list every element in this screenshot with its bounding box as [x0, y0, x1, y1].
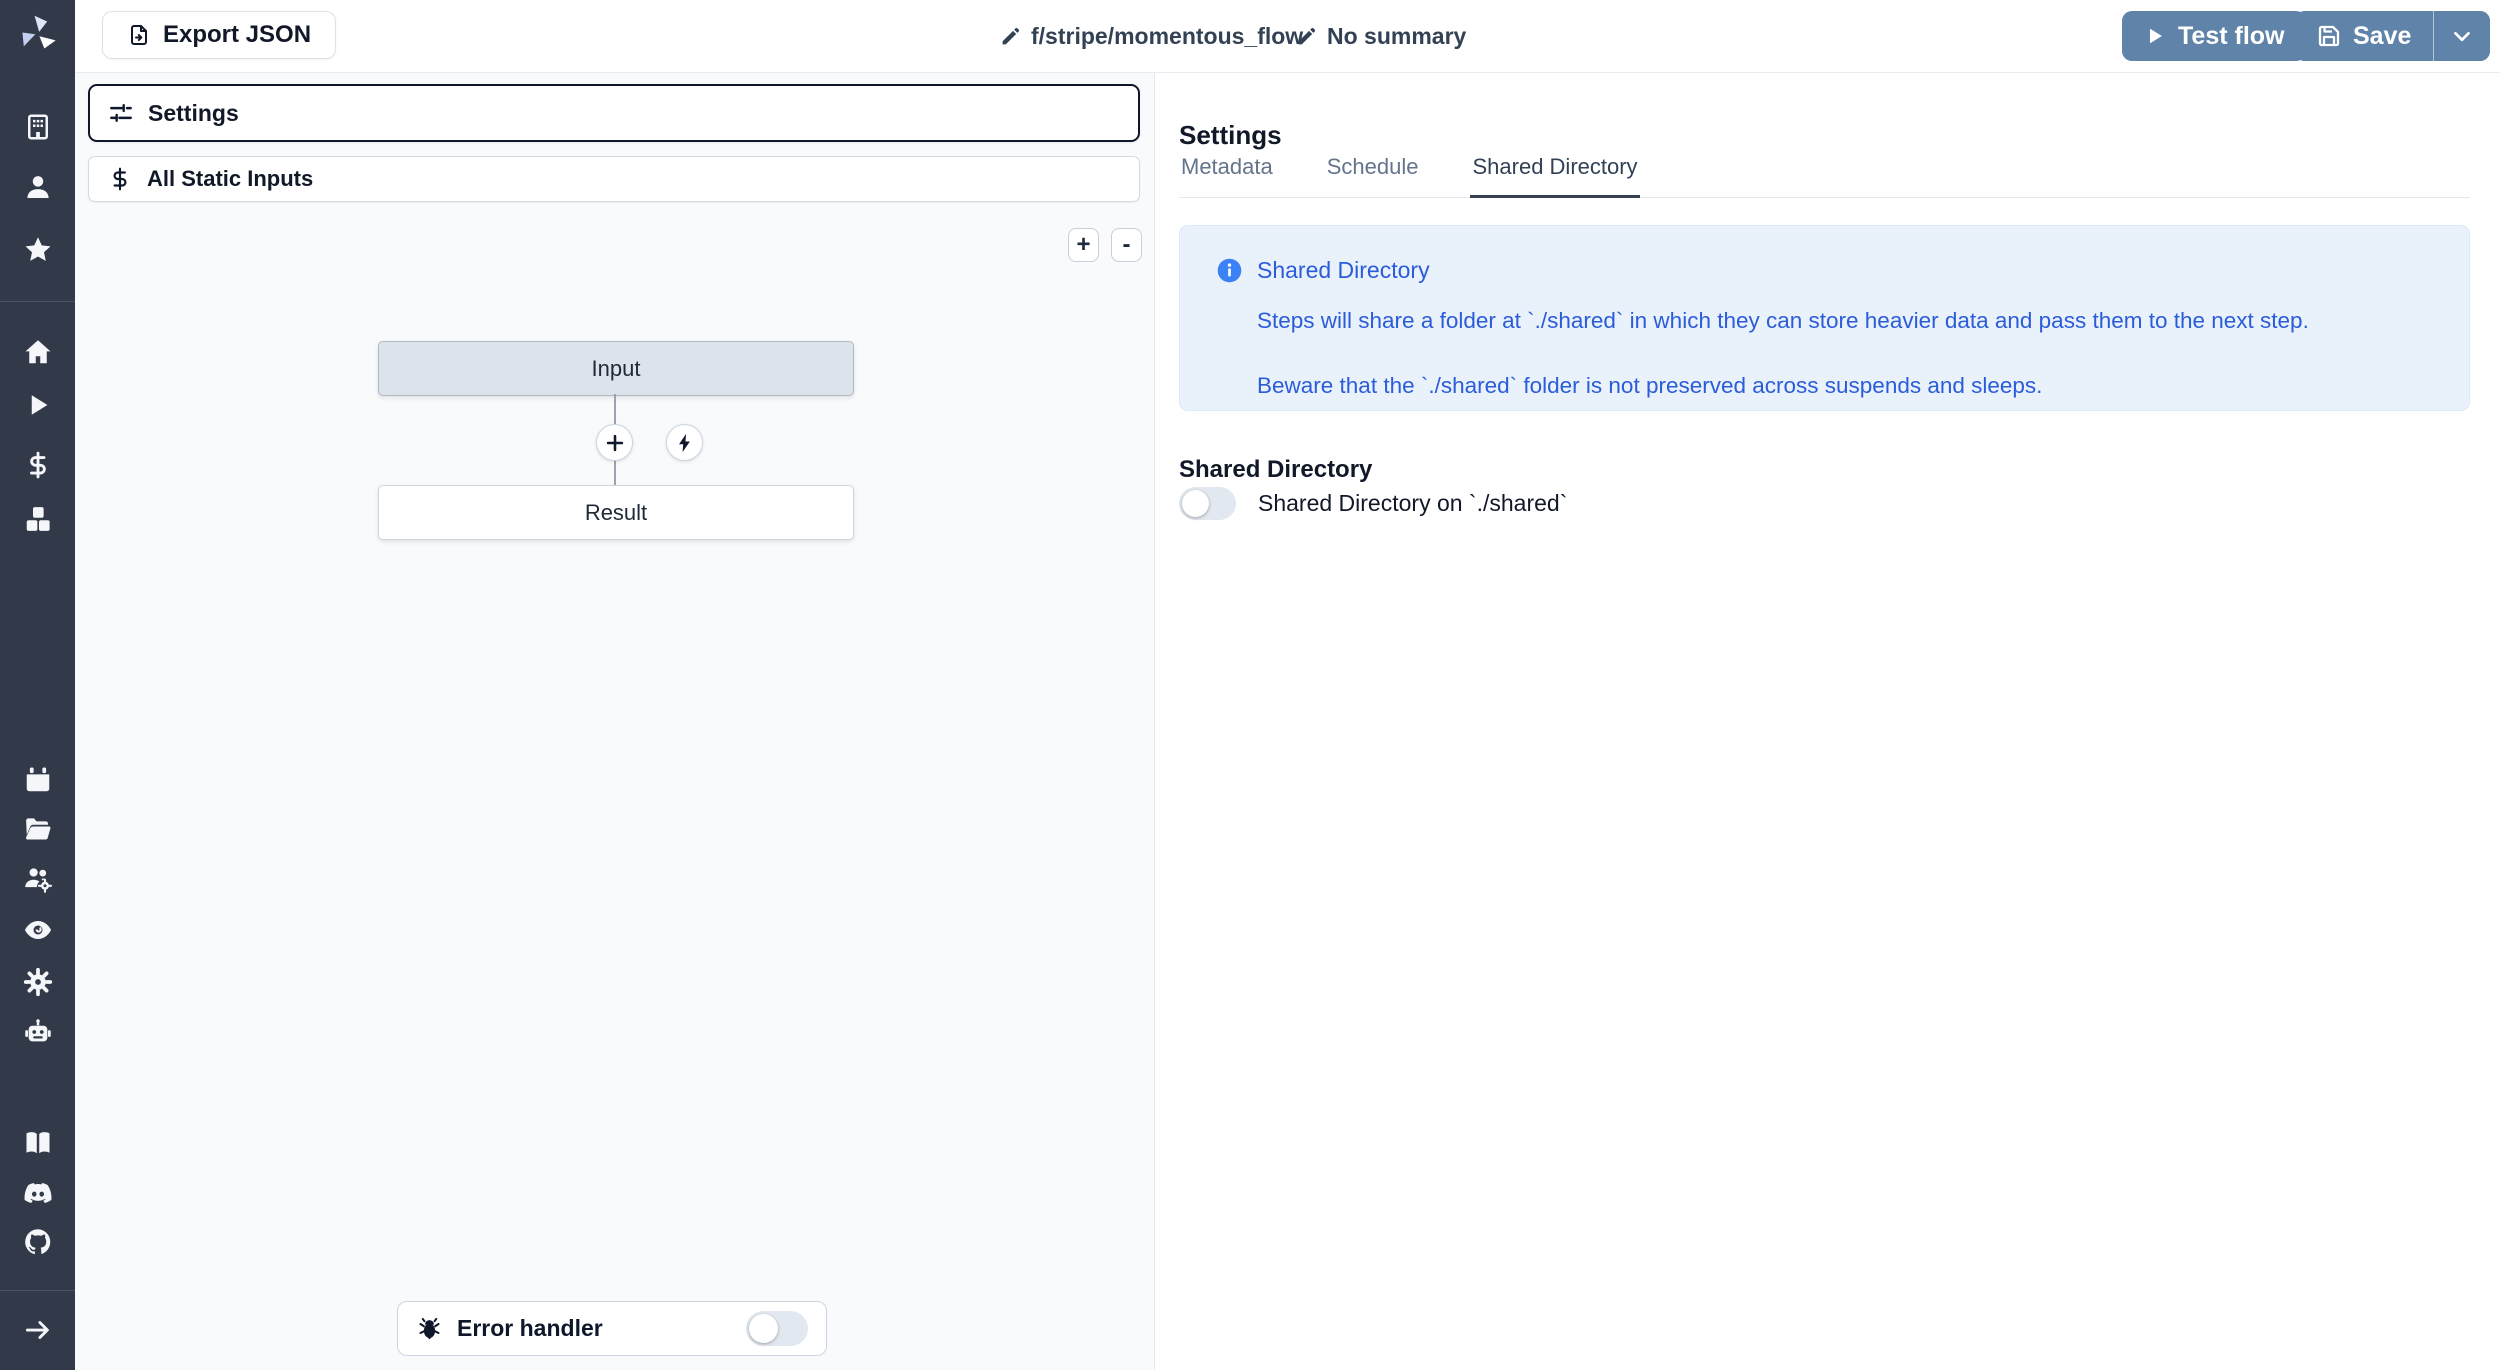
schedules-calendar-icon[interactable] — [23, 765, 53, 795]
shared-directory-info-box: Shared Directory Steps will share a fold… — [1179, 225, 2470, 411]
sidebar-divider — [0, 1290, 75, 1291]
input-node[interactable]: Input — [378, 341, 854, 396]
folders-icon[interactable] — [23, 814, 53, 844]
plus-icon — [604, 432, 626, 454]
flow-path-label: f/stripe/momentous_flow — [1031, 23, 1303, 50]
flow-summary-label: No summary — [1327, 23, 1466, 50]
sidebar — [0, 0, 75, 1370]
groups-users-gear-icon[interactable] — [23, 864, 53, 894]
windmill-flow-editor: Export JSON f/stripe/momentous_flow No s… — [0, 0, 2500, 1370]
all-static-inputs-label: All Static Inputs — [147, 166, 313, 192]
result-node-label: Result — [585, 500, 647, 526]
info-box-header: Shared Directory — [1216, 257, 2433, 284]
export-json-label: Export JSON — [163, 21, 311, 49]
flow-edge — [614, 461, 616, 485]
settings-panel: Settings Metadata Schedule Shared Direct… — [1154, 72, 2500, 1370]
settings-tabs: Metadata Schedule Shared Directory — [1179, 154, 2470, 198]
docs-book-icon[interactable] — [23, 1128, 53, 1158]
edit-pencil-icon — [1296, 26, 1317, 47]
flow-settings-item[interactable]: Settings — [88, 84, 1140, 142]
result-node[interactable]: Result — [378, 485, 854, 540]
save-label: Save — [2353, 22, 2411, 51]
bug-icon — [416, 1315, 443, 1342]
save-button-group: Save — [2295, 11, 2490, 61]
variables-dollar-icon[interactable] — [23, 450, 53, 480]
tab-schedule[interactable]: Schedule — [1325, 154, 1421, 198]
discord-icon[interactable] — [23, 1178, 53, 1208]
shared-directory-toggle[interactable] — [1179, 487, 1236, 520]
info-box-paragraph: Steps will share a folder at `./shared` … — [1257, 306, 2433, 335]
settings-panel-title: Settings — [1179, 120, 1282, 151]
toggle-knob — [749, 1314, 778, 1343]
flow-path[interactable]: f/stripe/momentous_flow — [1000, 0, 1303, 72]
save-dropdown-button[interactable] — [2434, 11, 2490, 61]
tab-metadata[interactable]: Metadata — [1179, 154, 1275, 198]
file-export-icon — [127, 23, 151, 47]
zoom-in-button[interactable]: + — [1068, 228, 1099, 262]
windmill-logo-icon[interactable] — [15, 10, 61, 56]
resources-boxes-icon[interactable] — [23, 504, 53, 534]
flow-edge — [614, 394, 616, 424]
workers-robot-icon[interactable] — [23, 1017, 53, 1047]
github-icon[interactable] — [23, 1227, 53, 1257]
home-icon[interactable] — [23, 337, 53, 367]
topbar: Export JSON f/stripe/momentous_flow No s… — [75, 0, 2500, 73]
edit-pencil-icon — [1000, 26, 1021, 47]
error-handler-label: Error handler — [457, 1315, 603, 1342]
info-box-title: Shared Directory — [1257, 257, 1430, 284]
error-handler-node[interactable]: Error handler — [397, 1301, 827, 1356]
favorites-star-icon[interactable] — [23, 235, 53, 265]
flow-settings-label: Settings — [148, 100, 239, 127]
flow-canvas: Settings All Static Inputs + - Input Res… — [75, 72, 1154, 1370]
zoom-out-button[interactable]: - — [1111, 228, 1142, 262]
info-icon — [1216, 257, 1243, 284]
tab-shared-directory[interactable]: Shared Directory — [1470, 154, 1639, 198]
export-json-button[interactable]: Export JSON — [102, 11, 336, 59]
workspace-building-icon[interactable] — [23, 112, 53, 142]
test-flow-label: Test flow — [2178, 22, 2284, 51]
shared-directory-toggle-label: Shared Directory on `./shared` — [1258, 490, 1567, 517]
input-node-label: Input — [592, 356, 641, 382]
test-flow-button[interactable]: Test flow — [2122, 11, 2306, 61]
expand-sidebar-arrow-icon[interactable] — [23, 1315, 53, 1345]
chevron-down-icon — [2449, 23, 2475, 49]
flow-summary[interactable]: No summary — [1296, 0, 1466, 72]
audit-eye-icon[interactable] — [23, 915, 53, 945]
add-step-button[interactable] — [596, 424, 633, 461]
save-icon — [2317, 24, 2341, 48]
save-button[interactable]: Save — [2295, 11, 2433, 61]
all-static-inputs-item[interactable]: All Static Inputs — [88, 156, 1140, 202]
dollar-icon — [107, 166, 133, 192]
toggle-knob — [1182, 490, 1209, 517]
add-trigger-button[interactable] — [666, 424, 703, 461]
info-box-paragraph: Beware that the `./shared` folder is not… — [1257, 371, 2433, 400]
lightning-bolt-icon — [674, 432, 696, 454]
error-handler-toggle[interactable] — [746, 1311, 808, 1346]
user-icon[interactable] — [23, 172, 53, 202]
shared-directory-section-title: Shared Directory — [1179, 456, 1372, 484]
sidebar-divider — [0, 301, 75, 302]
shared-directory-toggle-row: Shared Directory on `./shared` — [1179, 487, 1567, 520]
runs-play-icon[interactable] — [23, 390, 53, 420]
play-icon — [2144, 25, 2166, 47]
settings-gear-icon[interactable] — [23, 967, 53, 997]
sliders-icon — [108, 100, 134, 126]
